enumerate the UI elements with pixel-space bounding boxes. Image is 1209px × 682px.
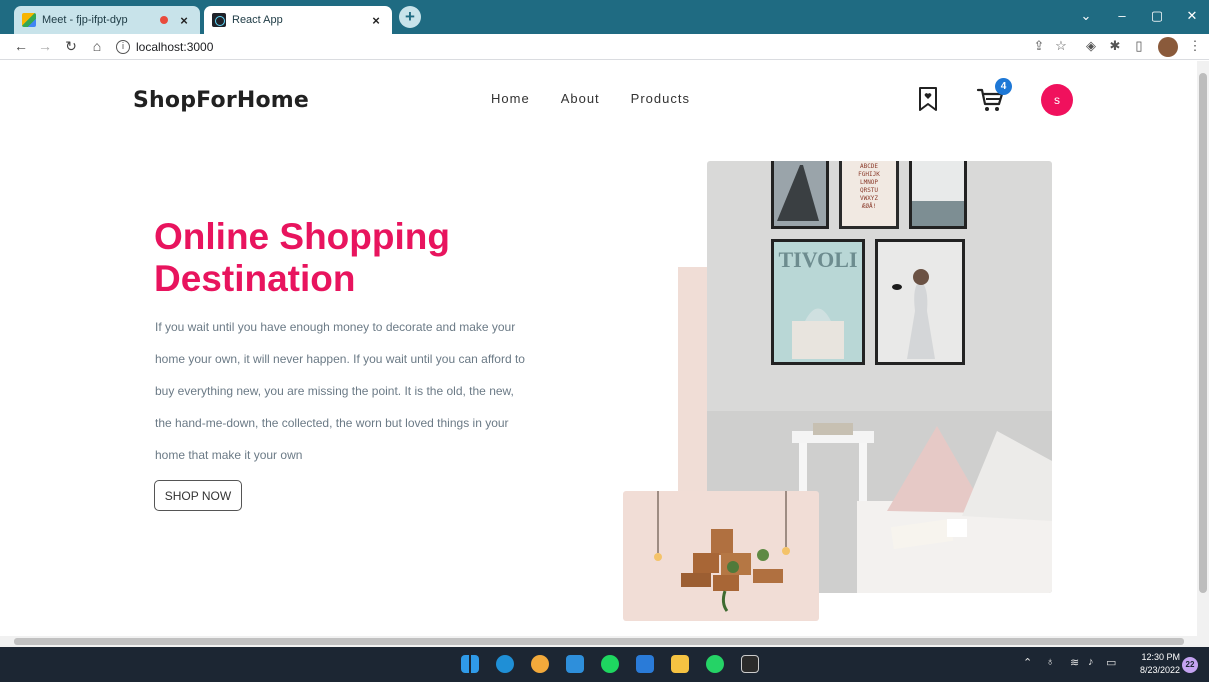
- page-viewport: ShopForHome Home About Products 4 s Onli…: [0, 61, 1197, 636]
- side-panel-icon[interactable]: ▯: [1130, 38, 1148, 54]
- extension-icon[interactable]: ◈: [1082, 38, 1100, 54]
- shop-now-button[interactable]: SHOP NOW: [154, 480, 242, 511]
- close-tab-icon[interactable]: ×: [176, 13, 192, 28]
- minimize-button[interactable]: –: [1113, 8, 1131, 23]
- puzzle-extensions-icon[interactable]: ✱: [1106, 38, 1124, 54]
- mail-icon[interactable]: [636, 655, 654, 673]
- volume-icon[interactable]: ♪: [1088, 656, 1094, 668]
- scrollbar-thumb[interactable]: [14, 638, 1184, 645]
- horizontal-scrollbar[interactable]: [0, 636, 1209, 647]
- browser-tab-bar: Meet - fjp-ifpt-dyp × React App × + ⌄ – …: [0, 0, 1209, 34]
- menu-kebab-icon[interactable]: ⋮: [1186, 38, 1204, 54]
- main-nav: Home About Products: [491, 91, 690, 106]
- tab-title: React App: [232, 14, 283, 26]
- vertical-scrollbar[interactable]: [1197, 61, 1209, 636]
- address-bar[interactable]: i localhost:3000: [116, 37, 1016, 57]
- edge-icon[interactable]: [496, 655, 514, 673]
- user-avatar[interactable]: s: [1041, 84, 1073, 116]
- vscode-icon[interactable]: [566, 655, 584, 673]
- close-tab-icon[interactable]: ×: [368, 13, 384, 28]
- wall-shelf-image: [623, 491, 819, 621]
- close-window-button[interactable]: ✕: [1183, 8, 1201, 24]
- brand-logo[interactable]: ShopForHome: [133, 88, 309, 113]
- home-icon[interactable]: ⌂: [88, 38, 106, 54]
- wifi-icon[interactable]: ≋: [1070, 656, 1079, 669]
- nav-products[interactable]: Products: [631, 91, 690, 106]
- cart-count-badge: 4: [995, 78, 1012, 95]
- forward-icon[interactable]: →: [36, 38, 54, 54]
- tab-react-app[interactable]: React App ×: [204, 6, 392, 34]
- clock-time: 12:30 PM: [1141, 652, 1181, 662]
- tab-meet[interactable]: Meet - fjp-ifpt-dyp ×: [14, 6, 200, 34]
- hero-description: If you wait until you have enough money …: [155, 320, 525, 462]
- hero-title: Online Shopping Destination: [154, 216, 574, 300]
- nav-home[interactable]: Home: [491, 91, 530, 106]
- file-explorer-icon[interactable]: [671, 655, 689, 673]
- alphabet-poster-text: ABCDE FGHIJK LMNOP QRSTU VWXYZ ÆØÅ!: [858, 163, 880, 210]
- recording-indicator-icon: [160, 16, 168, 24]
- tab-title: Meet - fjp-ifpt-dyp: [42, 14, 128, 26]
- whatsapp-icon[interactable]: [706, 655, 724, 673]
- back-icon[interactable]: ←: [12, 38, 30, 54]
- tivoli-poster-text: TIVOLI: [778, 247, 857, 272]
- tray-overflow-icon[interactable]: ⌃: [1023, 656, 1032, 669]
- hero-title-line1: Online Shopping: [154, 216, 450, 257]
- new-tab-button[interactable]: +: [399, 6, 421, 28]
- tab-search-icon[interactable]: ⌄: [1077, 8, 1095, 24]
- browser-toolbar: ← → ↻ ⌂ i localhost:3000 ⇪ ☆ ◈ ✱ ▯ ⋮: [0, 34, 1209, 60]
- address-text: localhost:3000: [136, 40, 214, 54]
- maximize-button[interactable]: ▢: [1148, 8, 1166, 24]
- windows-taskbar: ⌃ ♁ ≋ ♪ ▭ 12:30 PM 8/23/2022 22: [0, 647, 1209, 682]
- bookmark-heart-icon[interactable]: [918, 86, 938, 112]
- battery-icon[interactable]: ▭: [1106, 656, 1116, 669]
- terminal-icon[interactable]: [741, 655, 759, 673]
- nav-about[interactable]: About: [561, 91, 600, 106]
- react-icon: [212, 13, 226, 27]
- notification-badge[interactable]: 22: [1182, 657, 1198, 673]
- microphone-icon[interactable]: ♁: [1046, 656, 1054, 668]
- bookmark-star-icon[interactable]: ☆: [1052, 38, 1070, 54]
- site-info-icon[interactable]: i: [116, 40, 130, 54]
- google-meet-icon: [22, 13, 36, 27]
- scrollbar-thumb[interactable]: [1199, 73, 1207, 593]
- taskbar-clock[interactable]: 12:30 PM 8/23/2022: [1140, 651, 1180, 677]
- windows-start-icon[interactable]: [461, 655, 479, 673]
- reload-icon[interactable]: ↻: [62, 38, 80, 55]
- hero-title-line2: Destination: [154, 258, 356, 299]
- clock-date: 8/23/2022: [1140, 665, 1181, 675]
- chrome-icon[interactable]: [531, 655, 549, 673]
- spotify-icon[interactable]: [601, 655, 619, 673]
- share-icon[interactable]: ⇪: [1030, 38, 1048, 54]
- browser-profile-avatar[interactable]: [1158, 37, 1178, 57]
